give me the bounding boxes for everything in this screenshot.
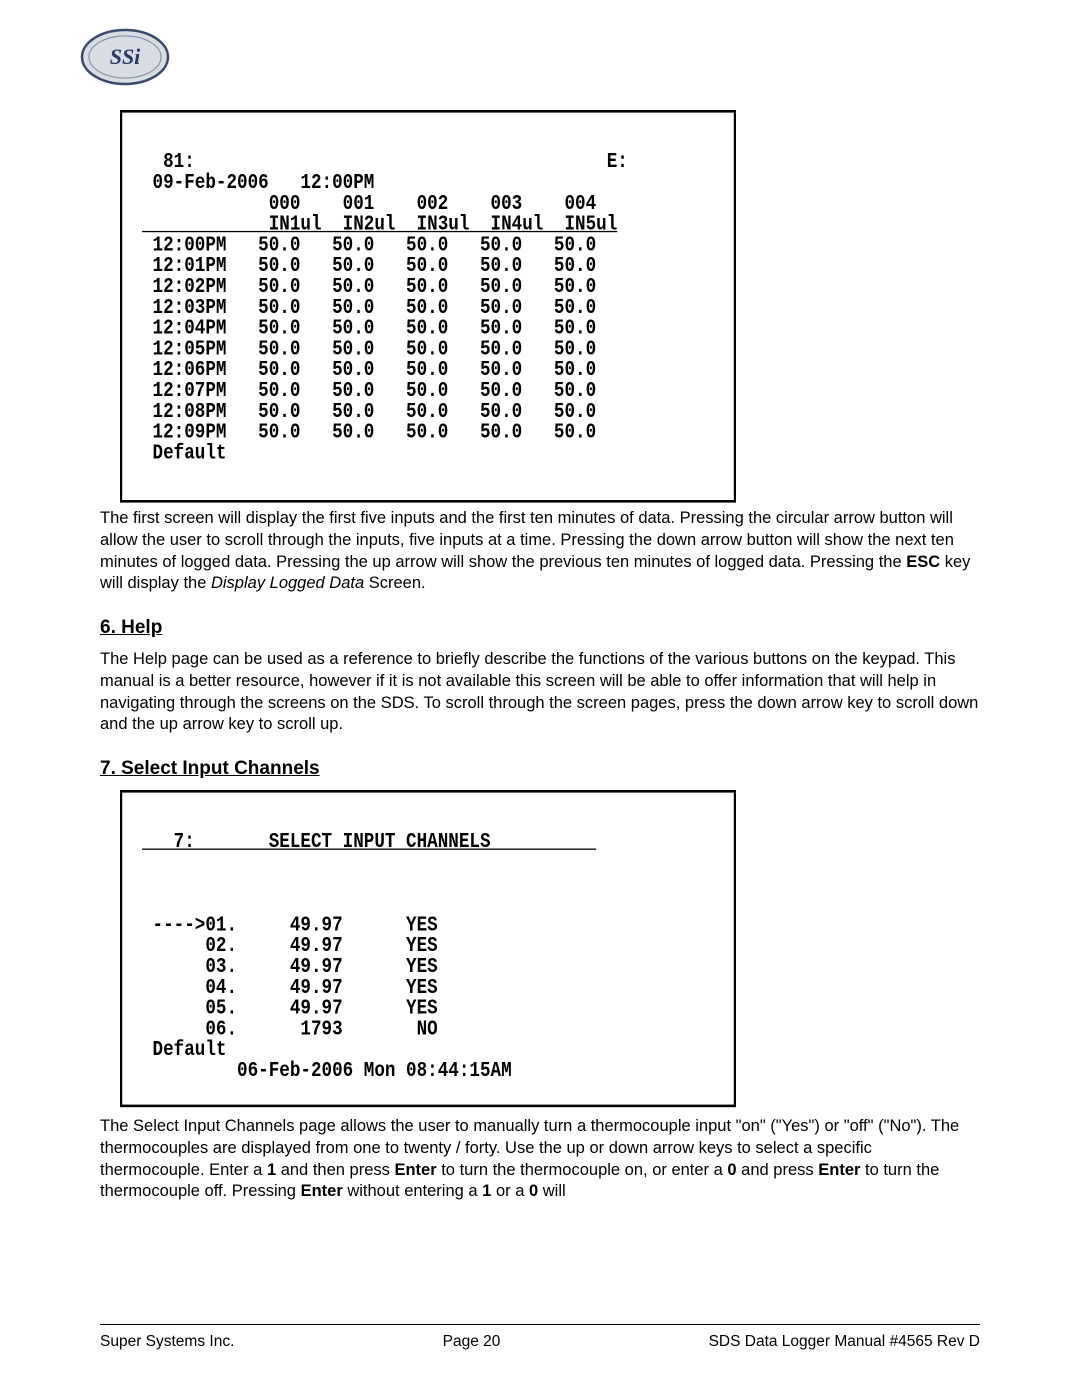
svg-text:SSi: SSi bbox=[110, 44, 141, 69]
page-footer: Super Systems Inc. Page 20 SDS Data Logg… bbox=[100, 1324, 980, 1351]
paragraph-help-desc: The Help page can be used as a reference… bbox=[100, 649, 980, 736]
footer-left: Super Systems Inc. bbox=[100, 1333, 234, 1351]
heading-7-select-input-channels: 7. Select Input Channels bbox=[100, 758, 980, 780]
footer-center: Page 20 bbox=[443, 1333, 501, 1351]
paragraph-select-input-desc: The Select Input Channels page allows th… bbox=[100, 1116, 980, 1203]
footer-right: SDS Data Logger Manual #4565 Rev D bbox=[709, 1333, 980, 1351]
paragraph-screen81-desc: The first screen will display the first … bbox=[100, 508, 980, 595]
ssi-logo-icon: SSi bbox=[80, 28, 170, 86]
terminal-screen-7: 7: SELECT INPUT CHANNELS ---->01. 49.97 … bbox=[120, 790, 736, 1107]
term81-line: Default bbox=[142, 442, 226, 465]
terminal-screen-81: 81: E: 09-Feb-2006 12:00PM 000 001 002 0… bbox=[120, 110, 736, 503]
term7-line: 06-Feb-2006 Mon 08:44:15AM bbox=[142, 1059, 512, 1082]
term7-line-underlined: 7: SELECT INPUT CHANNELS bbox=[142, 830, 596, 853]
heading-6-help: 6. Help bbox=[100, 617, 980, 639]
